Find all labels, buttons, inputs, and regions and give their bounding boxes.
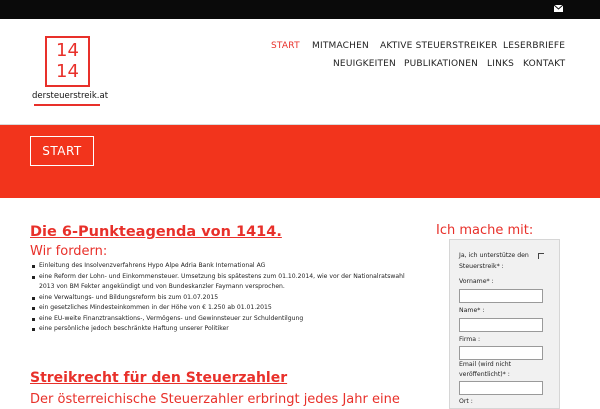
nav-item-neuigkeiten[interactable]: NEUIGKEITEN <box>333 59 396 69</box>
list-item: eine persönliche jedoch beschränkte Haft… <box>30 324 420 335</box>
list-item: eine Verwaltungs- und Bildungsreform bis… <box>30 293 420 304</box>
email-label-line1: Email (wird nicht <box>459 361 512 368</box>
email-label-line2: veröffentlicht)* : <box>459 371 510 378</box>
logo-number-bottom: 14 <box>56 61 79 82</box>
main-content: Die 6-Punkteagenda von 1414. Wir fordern… <box>30 224 420 335</box>
list-item: eine EU-weite Finanztransaktions-, Vermö… <box>30 314 420 325</box>
nav-item-links[interactable]: LINKS <box>487 59 514 69</box>
name-label: Name* : <box>459 307 485 314</box>
nav-item-aktive-steuerstreiker[interactable]: AKTIVE STEUERSTREIKER <box>380 41 498 51</box>
nav-item-start[interactable]: START <box>271 41 300 51</box>
support-label-line1: Ja, ich unterstütze den <box>459 252 529 259</box>
site-header: 14 14 dersteuerstreik.at START MITMACHEN… <box>0 19 600 124</box>
support-checkbox[interactable] <box>538 253 544 259</box>
list-item: Einleitung des Insolvenzverfahrens Hypo … <box>30 261 420 272</box>
firstname-label: Vorname* : <box>459 278 494 285</box>
name-input[interactable] <box>459 318 543 332</box>
start-button[interactable]: START <box>30 136 94 166</box>
demands-subheading: Wir fordern: <box>30 244 108 259</box>
list-item: ein gesetzliches Mindesteinkommen in der… <box>30 303 420 314</box>
agenda-heading[interactable]: Die 6-Punkteagenda von 1414. <box>30 224 420 240</box>
nav-item-kontakt[interactable]: KONTAKT <box>523 59 565 69</box>
company-input[interactable] <box>459 346 543 360</box>
strike-right-heading[interactable]: Streikrecht für den Steuerzahler <box>30 370 287 386</box>
support-label-line2: Steuerstreik* : <box>459 263 504 270</box>
list-item: eine Reform der Lohn- und Einkommensteue… <box>30 272 420 293</box>
logo-number-top: 14 <box>56 40 79 61</box>
page-banner: START <box>0 124 600 198</box>
nav-item-leserbriefe[interactable]: LESERBRIEFE <box>503 41 565 51</box>
firstname-input[interactable] <box>459 289 543 303</box>
top-bar <box>0 0 600 19</box>
signup-title: Ich mache mit: <box>436 223 534 238</box>
company-label: Firma : <box>459 336 481 343</box>
city-label: Ort : <box>459 398 473 405</box>
email-input[interactable] <box>459 381 543 395</box>
logo-underline <box>34 104 100 106</box>
nav-item-publikationen[interactable]: PUBLIKATIONEN <box>404 59 478 69</box>
demands-list: Einleitung des Insolvenzverfahrens Hypo … <box>30 261 420 335</box>
logo-frame: 14 14 <box>45 36 90 87</box>
nav-item-mitmachen[interactable]: MITMACHEN <box>312 41 369 51</box>
logo-site-name: dersteuerstreik.at <box>32 91 109 101</box>
envelope-icon[interactable] <box>554 5 563 12</box>
signup-form: Ja, ich unterstütze den Steuerstreik* : … <box>449 239 560 409</box>
site-logo[interactable]: 14 14 dersteuerstreik.at <box>32 36 109 112</box>
